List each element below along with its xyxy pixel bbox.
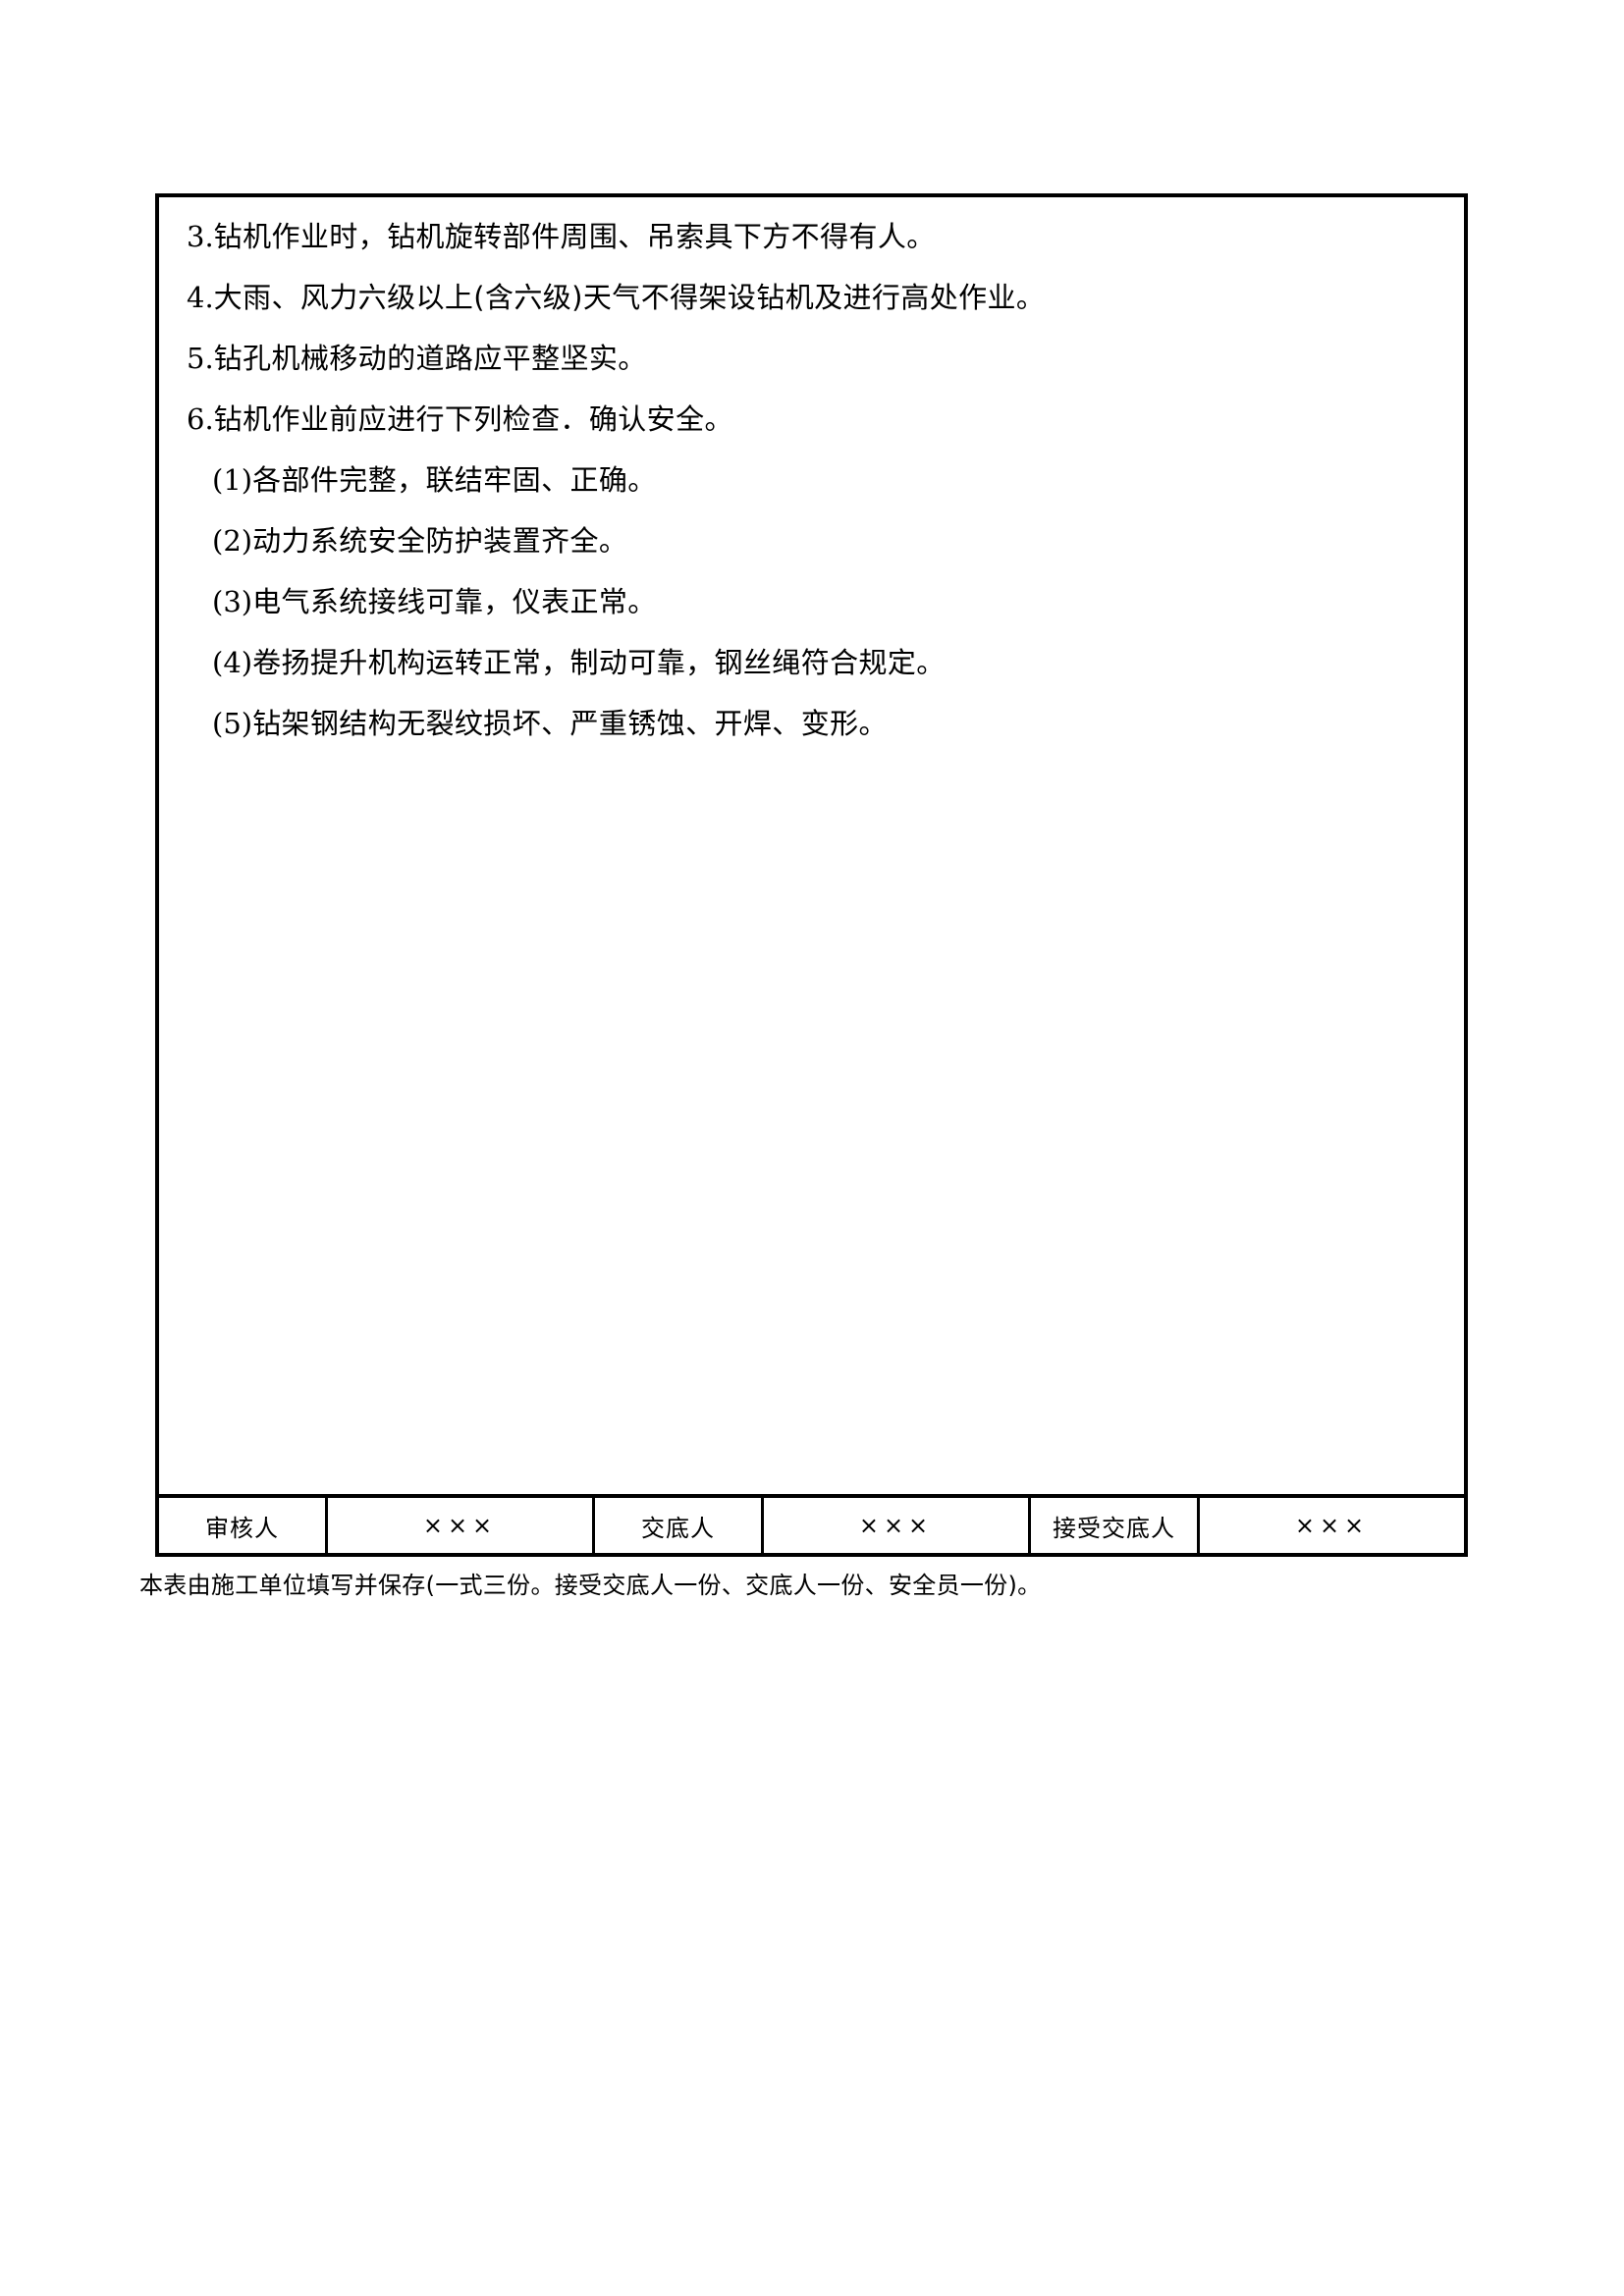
safety-disclosure-form-box: 3.钻机作业时，钻机旋转部件周围、吊索具下方不得有人。 4.大雨、风力六级以上(… — [155, 193, 1468, 1557]
clause-text: 钻架钢结构无裂纹损坏、严重锈蚀、开焊、变形。 — [252, 707, 888, 740]
clause-number: 5. — [187, 342, 214, 375]
clause-number: (1) — [212, 463, 253, 497]
clause-number: (4) — [212, 646, 253, 679]
clause-item-6-4: (4)卷扬提升机构运转正常，制动可靠，钢丝绳符合规定。 — [187, 649, 1436, 677]
reviewer-value-cell[interactable]: ××× — [328, 1498, 595, 1553]
clause-number: 3. — [187, 220, 214, 253]
clause-item-5: 5.钻孔机械移动的道路应平整坚实。 — [187, 345, 1436, 373]
clause-text: 电气系统接线可靠，仪表正常。 — [252, 585, 657, 618]
form-content-area: 3.钻机作业时，钻机旋转部件周围、吊索具下方不得有人。 4.大雨、风力六级以上(… — [159, 197, 1464, 1494]
clause-text: 钻机作业时，钻机旋转部件周围、吊索具下方不得有人。 — [213, 220, 936, 253]
clause-item-4: 4.大雨、风力六级以上(含六级)天气不得架设钻机及进行高处作业。 — [187, 284, 1436, 312]
signature-table-row: 审核人 ××× 交底人 ××× 接受交底人 ××× — [159, 1494, 1464, 1553]
clause-item-6-2: (2)动力系统安全防护装置齐全。 — [187, 527, 1436, 556]
clause-text: 钻孔机械移动的道路应平整坚实。 — [213, 342, 647, 375]
reviewer-label-cell: 审核人 — [159, 1498, 328, 1553]
clause-item-6-1: (1)各部件完整，联结牢固、正确。 — [187, 466, 1436, 495]
clause-text: 大雨、风力六级以上(含六级)天气不得架设钻机及进行高处作业。 — [213, 281, 1046, 314]
clause-number: (3) — [212, 585, 253, 618]
receiver-label-cell: 接受交底人 — [1031, 1498, 1200, 1553]
clause-item-6: 6.钻机作业前应进行下列检查．确认安全。 — [187, 405, 1436, 434]
clause-item-6-5: (5)钻架钢结构无裂纹损坏、严重锈蚀、开焊、变形。 — [187, 710, 1436, 738]
clause-number: (2) — [212, 524, 253, 558]
receiver-value-cell[interactable]: ××× — [1200, 1498, 1464, 1553]
clause-text: 动力系统安全防护装置齐全。 — [252, 524, 628, 558]
clause-number: (5) — [212, 707, 253, 740]
clause-text: 卷扬提升机构运转正常，制动可靠，钢丝绳符合规定。 — [252, 646, 946, 679]
clause-number: 4. — [187, 281, 214, 314]
clause-item-6-3: (3)电气系统接线可靠，仪表正常。 — [187, 588, 1436, 616]
clause-number: 6. — [187, 402, 214, 436]
presenter-value-cell[interactable]: ××× — [764, 1498, 1031, 1553]
clause-text: 钻机作业前应进行下列检查．确认安全。 — [213, 402, 733, 436]
presenter-label-cell: 交底人 — [595, 1498, 764, 1553]
clause-item-3: 3.钻机作业时，钻机旋转部件周围、吊索具下方不得有人。 — [187, 223, 1436, 251]
clause-text: 各部件完整，联结牢固、正确。 — [252, 463, 657, 497]
footer-note: 本表由施工单位填写并保存(一式三份。接受交底人一份、交底人一份、安全员一份)。 — [139, 1572, 1042, 1599]
